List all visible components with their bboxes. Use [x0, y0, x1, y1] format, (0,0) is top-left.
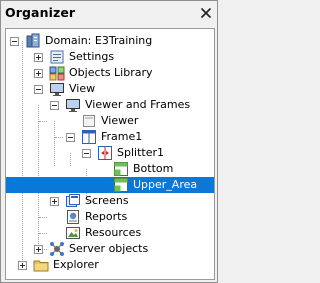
- tree-item-label: Reports: [85, 210, 128, 223]
- tree-item-label: Splitter1: [117, 146, 164, 159]
- tree-item-label: Server objects: [69, 242, 149, 255]
- tree-item-upper-area[interactable]: Upper_Area: [6, 177, 214, 193]
- tree-item-label: Screens: [85, 194, 129, 207]
- monitor-icon: [66, 99, 80, 112]
- tree-item-domain[interactable]: Domain: E3Training: [6, 33, 214, 49]
- tree-item-view[interactable]: View: [6, 81, 214, 97]
- screens-icon: [66, 194, 80, 207]
- objects-library-icon: [49, 66, 65, 81]
- collapse-toggle[interactable]: [50, 101, 59, 110]
- expand-toggle[interactable]: [34, 245, 43, 254]
- panel-title: Organizer: [5, 5, 76, 20]
- folder-icon: [33, 260, 49, 272]
- tree-item-screens[interactable]: Screens: [6, 193, 214, 209]
- expand-toggle[interactable]: [18, 261, 27, 270]
- frame-icon: [82, 130, 96, 144]
- expand-toggle[interactable]: [34, 69, 43, 78]
- tree-item-label: Resources: [85, 226, 142, 239]
- tree-item-label: Objects Library: [69, 66, 153, 79]
- tree-item-label: View: [69, 82, 96, 95]
- splitter-icon: [98, 146, 112, 160]
- tree-item-label: Frame1: [101, 130, 143, 143]
- close-icon[interactable]: [200, 7, 212, 19]
- expand-toggle[interactable]: [50, 197, 59, 206]
- tree-item-reports[interactable]: Reports: [6, 209, 214, 225]
- resources-icon: [66, 227, 80, 239]
- organizer-tree[interactable]: Domain: E3Training Settings Objects Libr…: [5, 28, 215, 280]
- tree-item-bottom[interactable]: Bottom: [6, 161, 214, 177]
- tree-item-objects-library[interactable]: Objects Library: [6, 65, 214, 81]
- collapse-toggle[interactable]: [82, 149, 91, 158]
- tree-item-label: Explorer: [53, 258, 99, 271]
- tree-item-settings[interactable]: Settings: [6, 49, 214, 65]
- tree-item-frame1[interactable]: Frame1: [6, 129, 214, 145]
- settings-icon: [50, 50, 64, 64]
- collapse-toggle[interactable]: [66, 133, 75, 142]
- collapse-toggle[interactable]: [34, 85, 43, 94]
- server-objects-icon: [50, 242, 64, 256]
- tree-item-resources[interactable]: Resources: [6, 225, 214, 241]
- domain-server-icon: [26, 33, 40, 48]
- tree-item-label: Viewer and Frames: [85, 98, 191, 111]
- tree-item-label: Viewer: [101, 114, 139, 127]
- tree-item-viewer-and-frames[interactable]: Viewer and Frames: [6, 97, 214, 113]
- collapse-toggle[interactable]: [10, 37, 19, 46]
- title-bar: Organizer: [1, 1, 217, 25]
- tree-item-label: Upper_Area: [133, 178, 198, 191]
- report-icon: [67, 210, 79, 224]
- organizer-panel: Organizer Domain: E3Training Settings Ob…: [0, 0, 218, 283]
- expand-toggle[interactable]: [34, 53, 43, 62]
- tree-item-server-objects[interactable]: Server objects: [6, 241, 214, 257]
- area-icon: [114, 162, 128, 176]
- tree-item-splitter1[interactable]: Splitter1: [6, 145, 214, 161]
- tree-item-explorer[interactable]: Explorer: [6, 257, 214, 273]
- tree-item-viewer[interactable]: Viewer: [6, 113, 214, 129]
- tree-item-label: Domain: E3Training: [45, 34, 153, 47]
- tree-item-label: Bottom: [133, 162, 174, 175]
- monitor-icon: [50, 83, 64, 96]
- area-icon: [114, 178, 128, 192]
- tree-item-label: Settings: [69, 50, 115, 63]
- viewer-icon: [83, 115, 95, 127]
